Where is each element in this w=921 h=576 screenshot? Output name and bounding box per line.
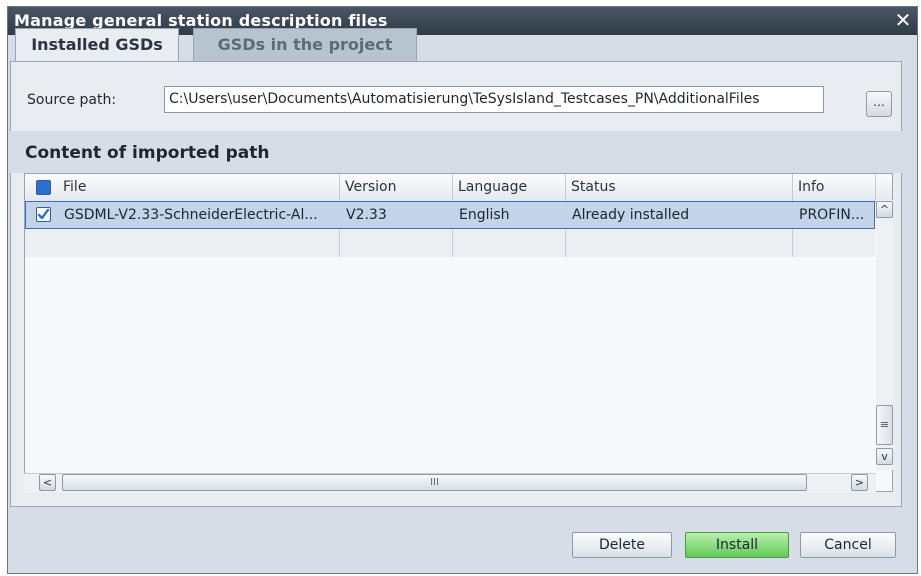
cancel-button[interactable]: Cancel [800, 532, 896, 558]
row-checkbox[interactable] [36, 207, 51, 222]
table-header: File Version Language Status Info [25, 174, 892, 202]
row-info: PROFIN... [799, 207, 865, 223]
scroll-up-button[interactable]: ^ [876, 201, 893, 218]
column-divider[interactable] [452, 174, 453, 201]
install-button[interactable]: Install [685, 532, 789, 558]
column-header-language[interactable]: Language [458, 174, 558, 201]
vertical-scroll-thumb[interactable]: ≡ [876, 405, 893, 445]
column-header-status[interactable]: Status [571, 174, 786, 201]
close-icon[interactable]: ✕ [893, 10, 913, 30]
content-section-title: Content of imported path [25, 143, 270, 163]
source-path-label: Source path: [27, 92, 117, 108]
row-status: Already installed [572, 207, 690, 223]
delete-button[interactable]: Delete [572, 532, 672, 558]
source-path-field[interactable]: C:\Users\user\Documents\Automatisierung\… [164, 86, 824, 113]
row-version: V2.33 [346, 207, 387, 223]
scroll-right-button[interactable]: > [851, 474, 868, 491]
column-divider[interactable] [565, 174, 566, 201]
column-divider [875, 174, 876, 201]
select-all-checkbox[interactable] [36, 180, 51, 195]
table-row[interactable]: GSDML-V2.33-SchneiderElectric-Al... V2.3… [25, 201, 875, 229]
empty-row [25, 229, 875, 257]
column-divider [792, 229, 793, 257]
column-divider [565, 229, 566, 257]
column-divider[interactable] [339, 174, 340, 201]
tab-gsds-in-project[interactable]: GSDs in the project [193, 28, 417, 62]
row-file: GSDML-V2.33-SchneiderElectric-Al... [64, 207, 318, 223]
checkmark-icon [37, 208, 50, 220]
column-divider [452, 229, 453, 257]
column-divider [339, 229, 340, 257]
gsd-table: File Version Language Status Info GSDML-… [24, 173, 893, 492]
horizontal-scroll-thumb[interactable]: III [62, 474, 807, 491]
column-header-info[interactable]: Info [798, 174, 873, 201]
tab-installed-gsds[interactable]: Installed GSDs [15, 28, 179, 62]
column-divider[interactable] [792, 174, 793, 201]
row-language: English [459, 207, 510, 223]
column-header-file[interactable]: File [63, 174, 333, 201]
browse-button[interactable]: ... [866, 91, 892, 117]
scroll-down-button[interactable]: v [876, 448, 893, 465]
column-header-version[interactable]: Version [345, 174, 445, 201]
scroll-left-button[interactable]: < [39, 474, 56, 491]
